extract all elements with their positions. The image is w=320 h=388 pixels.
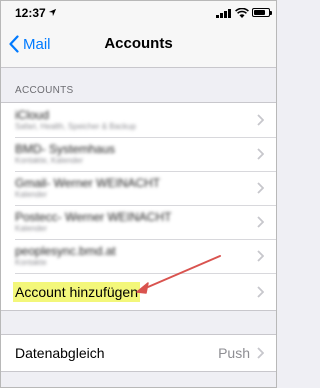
account-row[interactable]: peoplesync.bmd.at Kontakte: [1, 239, 276, 273]
chevron-right-icon: [257, 347, 264, 359]
account-row[interactable]: Postecc- Werner WEINACHT Kalender: [1, 205, 276, 239]
account-subtitle: Kontakte, Kalender: [15, 155, 84, 165]
account-text: iCloud Safari, Health, Speicher & Backup: [1, 107, 136, 132]
account-row[interactable]: BMD- Systemhaus Kontakte, Kalender: [1, 137, 276, 171]
chevron-right-icon: [257, 182, 264, 194]
navigation-bar: Mail Accounts: [1, 23, 276, 68]
location-arrow-icon: [48, 8, 57, 17]
account-text: Gmail- Werner WEINACHT Kalender: [1, 175, 161, 200]
account-text: BMD- Systemhaus Kontakte, Kalender: [1, 141, 116, 166]
account-name: iCloud: [15, 107, 50, 122]
account-text: peoplesync.bmd.at Kontakte: [1, 243, 116, 268]
account-name: Postecc- Werner WEINACHT: [15, 209, 172, 224]
account-subtitle: Safari, Health, Speicher & Backup: [15, 121, 136, 131]
account-name: peoplesync.bmd.at: [15, 243, 116, 258]
chevron-right-icon: [257, 114, 264, 126]
account-text: Postecc- Werner WEINACHT Kalender: [1, 209, 172, 234]
screen: 12:37 Mail Accounts ACCOUNTS iCloud Safa…: [0, 0, 277, 388]
account-row[interactable]: iCloud Safari, Health, Speicher & Backup: [1, 103, 276, 137]
chevron-right-icon: [257, 250, 264, 262]
account-subtitle: Kalender: [15, 223, 48, 233]
signal-icon: [216, 9, 231, 18]
page-title: Accounts: [104, 35, 173, 52]
account-name: BMD- Systemhaus: [15, 141, 116, 156]
account-name: Gmail- Werner WEINACHT: [15, 175, 161, 190]
fetch-value: Push: [218, 345, 250, 361]
chevron-right-icon: [257, 285, 264, 298]
section-header-accounts: ACCOUNTS: [15, 85, 74, 96]
wifi-icon: [235, 8, 249, 18]
status-bar: 12:37: [1, 1, 276, 23]
accounts-list: iCloud Safari, Health, Speicher & Backup…: [1, 102, 276, 311]
account-row[interactable]: Gmail- Werner WEINACHT Kalender: [1, 171, 276, 205]
account-subtitle: Kontakte: [15, 257, 47, 267]
chevron-right-icon: [257, 216, 264, 228]
battery-icon: [252, 8, 272, 17]
fetch-settings-list: Datenabgleich Push: [1, 334, 276, 372]
add-account-button[interactable]: Account hinzufügen: [1, 273, 276, 310]
fetch-new-data-row[interactable]: Datenabgleich Push: [1, 335, 276, 371]
status-time: 12:37: [15, 6, 46, 20]
battery-fill: [254, 10, 265, 15]
account-subtitle: Kalender: [15, 189, 48, 199]
chevron-right-icon: [257, 148, 264, 160]
add-account-label: Account hinzufügen: [13, 281, 140, 302]
fetch-label: Datenabgleich: [15, 345, 105, 361]
